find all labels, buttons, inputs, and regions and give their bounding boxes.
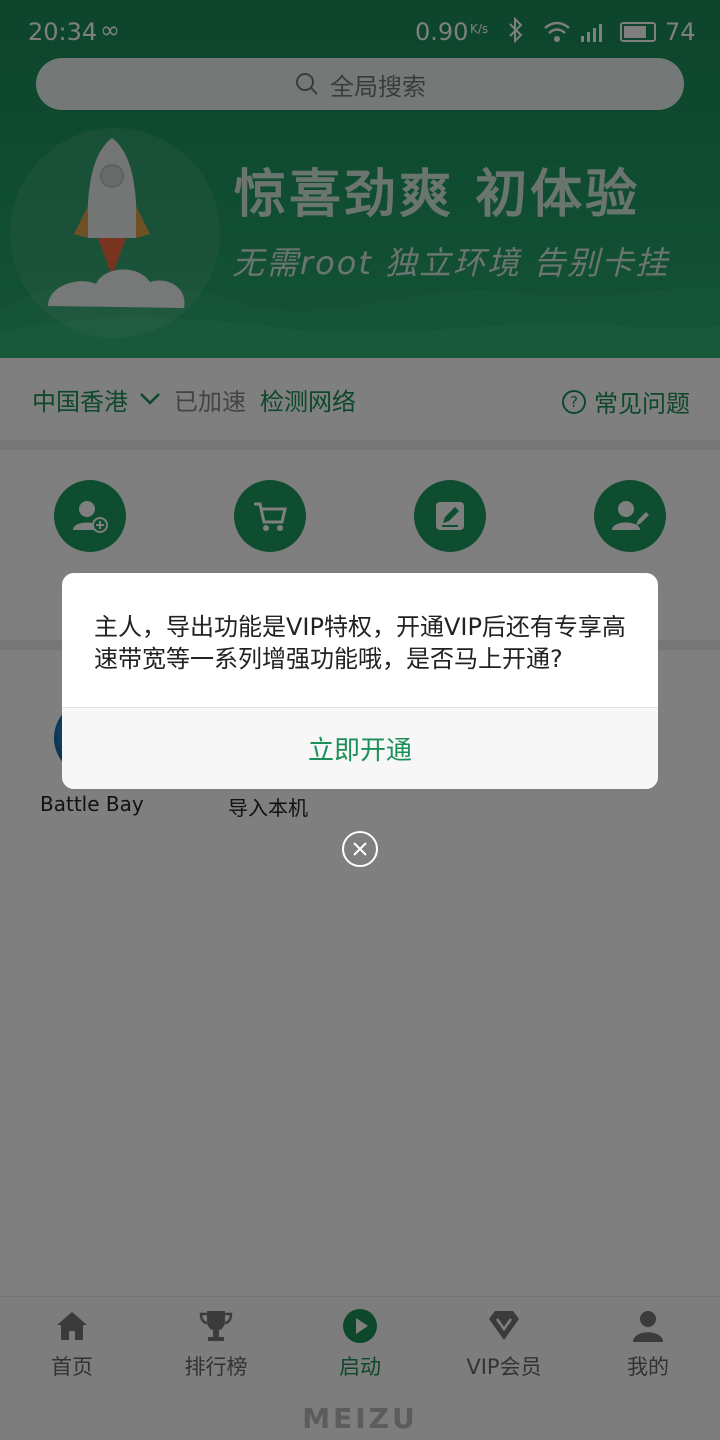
- close-icon[interactable]: [342, 831, 378, 867]
- vip-dialog: 主人，导出功能是VIP特权，开通VIP后还有专享高速带宽等一系列增强功能哦，是否…: [62, 573, 658, 789]
- dialog-message: 主人，导出功能是VIP特权，开通VIP后还有专享高速带宽等一系列增强功能哦，是否…: [94, 613, 626, 673]
- open-vip-button[interactable]: 立即开通: [62, 708, 658, 789]
